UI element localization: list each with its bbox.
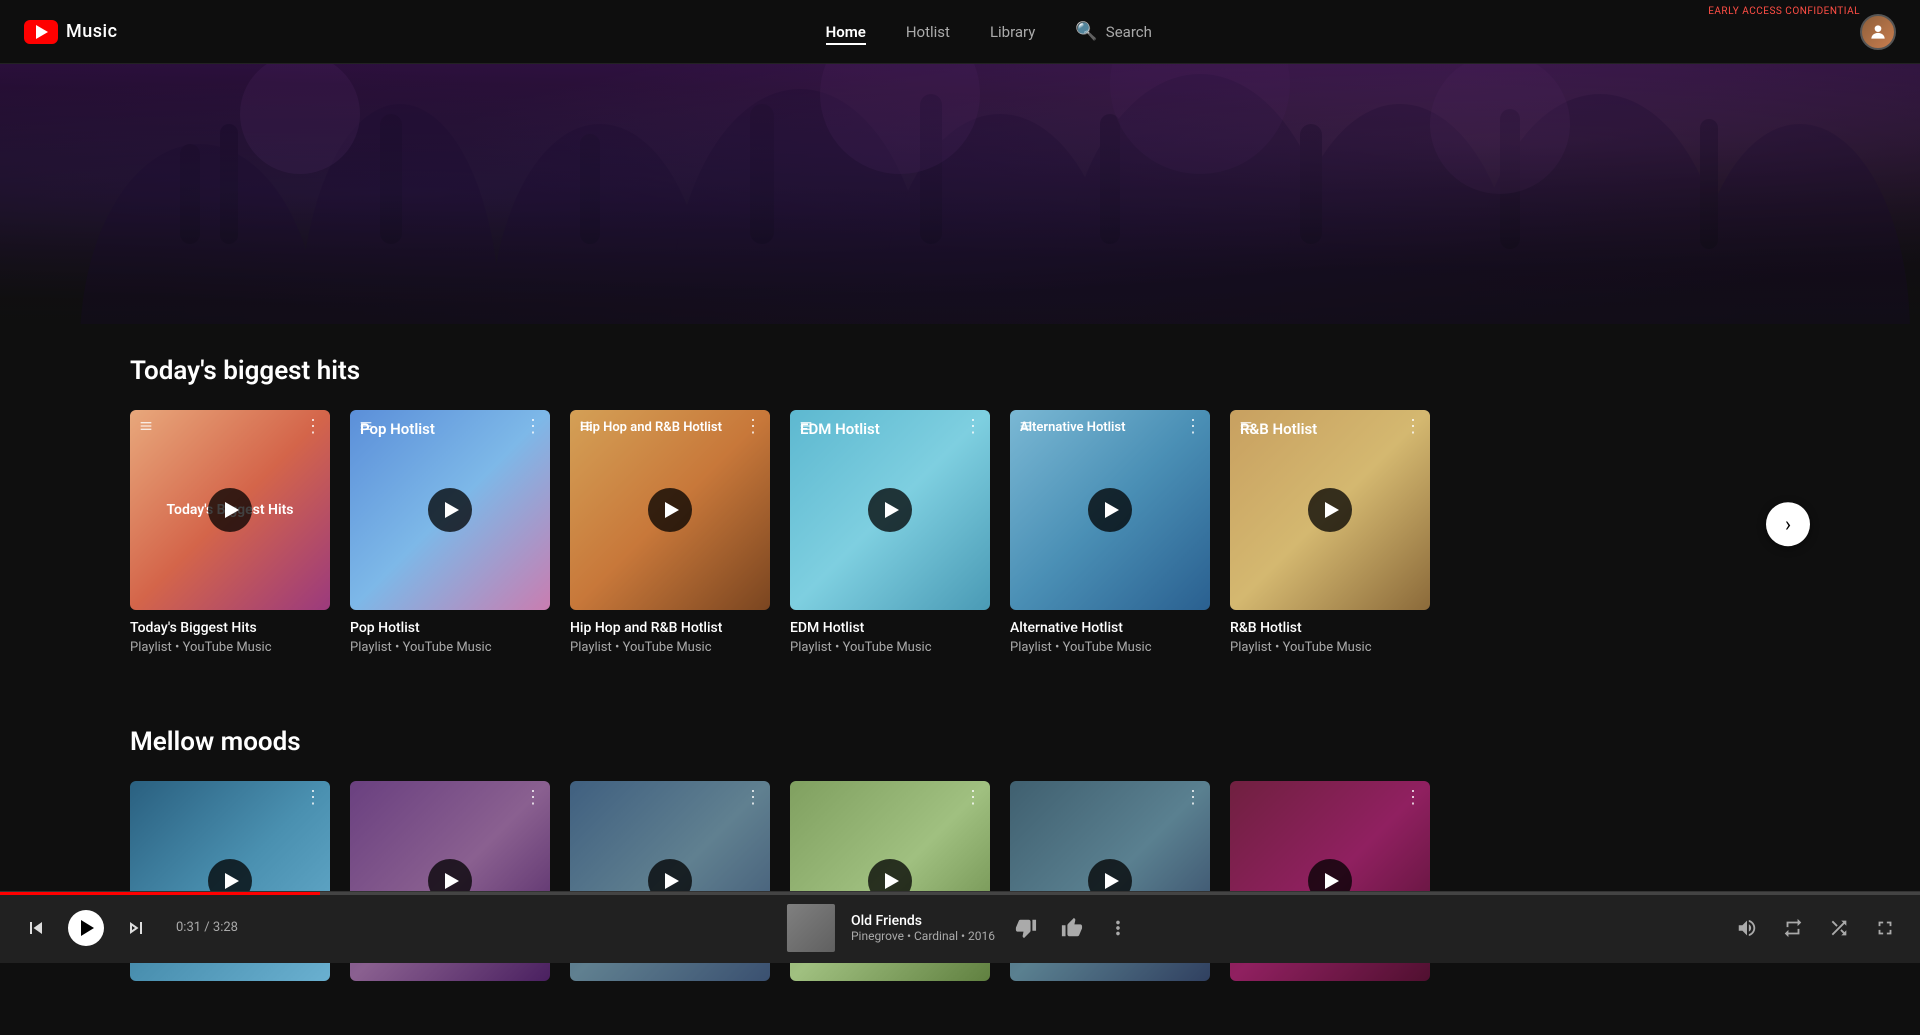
card-title-1: Today's Biggest Hits (130, 620, 330, 636)
skip-next-button[interactable] (120, 912, 152, 944)
card-title-2: Pop Hotlist (350, 620, 550, 636)
player-bar: 0:31 / 3:28 Old Friends Pinegrove • Card… (0, 891, 1920, 963)
playlist-icon-4 (798, 418, 814, 438)
card-rnb-hotlist[interactable]: R&B Hotlist ⋮ R&B Hotlist Playlist • You… (1230, 410, 1430, 655)
card-more-m3[interactable]: ⋮ (744, 789, 762, 807)
progress-bar-fill (0, 892, 320, 895)
player-controls: 0:31 / 3:28 (20, 910, 238, 946)
playlist-icon-3 (578, 418, 594, 438)
early-access-badge: EARLY ACCESS CONFIDENTIAL (1708, 6, 1860, 17)
play-button-2[interactable] (428, 488, 472, 532)
player-actions (1732, 913, 1900, 943)
nav-home[interactable]: Home (826, 19, 866, 45)
play-button-1[interactable] (208, 488, 252, 532)
card-subtitle-6: Playlist • YouTube Music (1230, 640, 1430, 655)
now-playing-thumbnail (787, 904, 835, 952)
card-overlay-2 (350, 410, 550, 610)
card-overlay-1 (130, 410, 330, 610)
next-section-button[interactable]: › (1766, 502, 1810, 546)
playlist-icon-2 (358, 418, 374, 438)
hero-banner (0, 64, 1920, 324)
search-icon: 🔍 (1075, 21, 1097, 42)
card-more-1[interactable]: ⋮ (304, 418, 322, 436)
player-time: 0:31 / 3:28 (176, 920, 238, 935)
play-pause-button[interactable] (68, 910, 104, 946)
repeat-button[interactable] (1778, 913, 1808, 943)
now-playing: Old Friends Pinegrove • Cardinal • 2016 (787, 904, 1133, 952)
play-button-3[interactable] (648, 488, 692, 532)
dislike-button[interactable] (1011, 913, 1041, 943)
nav-library[interactable]: Library (990, 19, 1035, 45)
card-alternative-hotlist[interactable]: Alternative Hotlist ⋮ Alternative Hotlis… (1010, 410, 1210, 655)
play-button-4[interactable] (868, 488, 912, 532)
nav-search[interactable]: 🔍 Search (1075, 21, 1152, 42)
playlist-icon-5 (1018, 418, 1034, 438)
nav-center: Home Hotlist Library 🔍 Search (118, 19, 1861, 45)
now-playing-title: Old Friends (851, 913, 995, 929)
youtube-icon (24, 20, 58, 44)
navbar-right: EARLY ACCESS CONFIDENTIAL (1860, 14, 1896, 50)
cards-row-container-biggest-hits: Today's Biggest Hits ⋮ Today's Biggest H… (130, 410, 1790, 655)
card-subtitle-5: Playlist • YouTube Music (1010, 640, 1210, 655)
card-more-m2[interactable]: ⋮ (524, 789, 542, 807)
card-more-m6[interactable]: ⋮ (1404, 789, 1422, 807)
card-more-5[interactable]: ⋮ (1184, 418, 1202, 436)
section-biggest-hits: Today's biggest hits Today's Biggest Hit… (130, 324, 1790, 655)
app-name: Music (66, 21, 118, 42)
card-thumb-3: Hip Hop and R&B Hotlist ⋮ (570, 410, 770, 610)
play-button-6[interactable] (1308, 488, 1352, 532)
card-more-m5[interactable]: ⋮ (1184, 789, 1202, 807)
like-button[interactable] (1057, 913, 1087, 943)
logo[interactable]: Music (24, 20, 118, 44)
card-more-6[interactable]: ⋮ (1404, 418, 1422, 436)
now-playing-info: Old Friends Pinegrove • Cardinal • 2016 (851, 913, 995, 943)
card-thumb-4: EDM Hotlist ⋮ (790, 410, 990, 610)
card-thumb-1: Today's Biggest Hits ⋮ (130, 410, 330, 610)
card-biggest-hits[interactable]: Today's Biggest Hits ⋮ Today's Biggest H… (130, 410, 330, 655)
card-title-4: EDM Hotlist (790, 620, 990, 636)
card-more-2[interactable]: ⋮ (524, 418, 542, 436)
song-more-button[interactable] (1103, 913, 1133, 943)
search-label: Search (1106, 23, 1152, 41)
card-title-3: Hip Hop and R&B Hotlist (570, 620, 770, 636)
card-subtitle-4: Playlist • YouTube Music (790, 640, 990, 655)
volume-button[interactable] (1732, 913, 1762, 943)
card-more-m4[interactable]: ⋮ (964, 789, 982, 807)
nav-hotlist[interactable]: Hotlist (906, 19, 950, 45)
card-thumb-5: Alternative Hotlist ⋮ (1010, 410, 1210, 610)
expand-button[interactable] (1870, 913, 1900, 943)
section-title-biggest-hits: Today's biggest hits (130, 324, 1790, 386)
card-overlay-3 (570, 410, 770, 610)
card-title-5: Alternative Hotlist (1010, 620, 1210, 636)
card-more-4[interactable]: ⋮ (964, 418, 982, 436)
section-title-mellow-moods: Mellow moods (130, 695, 1790, 757)
card-more-m1[interactable]: ⋮ (304, 789, 322, 807)
card-subtitle-3: Playlist • YouTube Music (570, 640, 770, 655)
now-playing-meta: Pinegrove • Cardinal • 2016 (851, 929, 995, 943)
card-edm-hotlist[interactable]: EDM Hotlist ⋮ EDM Hotlist Playlist • You… (790, 410, 990, 655)
user-avatar[interactable] (1860, 14, 1896, 50)
play-button-5[interactable] (1088, 488, 1132, 532)
card-overlay-5 (1010, 410, 1210, 610)
card-subtitle-1: Playlist • YouTube Music (130, 640, 330, 655)
card-more-3[interactable]: ⋮ (744, 418, 762, 436)
card-thumb-2: Pop Hotlist ⋮ (350, 410, 550, 610)
card-overlay-4 (790, 410, 990, 610)
skip-previous-button[interactable] (20, 912, 52, 944)
card-title-6: R&B Hotlist (1230, 620, 1430, 636)
card-hiphop-hotlist[interactable]: Hip Hop and R&B Hotlist ⋮ Hip Hop and R&… (570, 410, 770, 655)
card-overlay-6 (1230, 410, 1430, 610)
progress-bar[interactable] (0, 892, 1920, 895)
cards-row-biggest-hits: Today's Biggest Hits ⋮ Today's Biggest H… (130, 410, 1790, 655)
playlist-icon-1 (138, 418, 154, 438)
playlist-icon-6 (1238, 418, 1254, 438)
shuffle-button[interactable] (1824, 913, 1854, 943)
card-pop-hotlist[interactable]: Pop Hotlist ⋮ Pop Hotlist Playlist • You… (350, 410, 550, 655)
navbar: Music Home Hotlist Library 🔍 Search EARL… (0, 0, 1920, 64)
card-thumb-6: R&B Hotlist ⋮ (1230, 410, 1430, 610)
card-subtitle-2: Playlist • YouTube Music (350, 640, 550, 655)
